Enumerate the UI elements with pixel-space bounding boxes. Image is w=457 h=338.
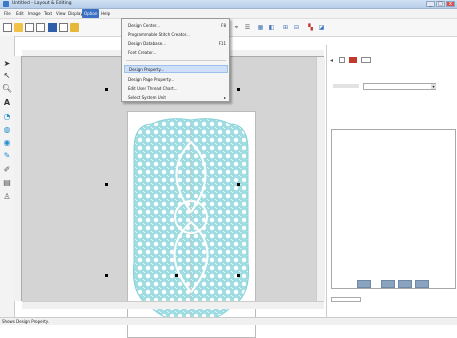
horizontal-scrollbar[interactable] (22, 301, 324, 309)
menu-item-label: Design Page Property... (128, 77, 175, 82)
all-tab-icon[interactable] (361, 57, 371, 63)
maximize-button[interactable]: □ (436, 1, 445, 7)
sewing-order-panel: ◂ ▾ (326, 45, 457, 317)
field-dropdown[interactable] (363, 83, 436, 90)
menu-item-programmable-stitch-creator[interactable]: Programmable Stitch Creator... (128, 31, 226, 39)
menu-item-design-property[interactable]: Design Property... (124, 65, 228, 73)
pencil-icon[interactable]: ✐ (2, 164, 12, 174)
new-file-icon[interactable] (3, 23, 12, 32)
color-icon[interactable]: ▚ (306, 23, 315, 32)
close-button[interactable]: x (446, 1, 455, 7)
selection-handle[interactable] (237, 274, 240, 277)
selection-handle[interactable] (237, 183, 240, 186)
preview-icon[interactable]: ◪ (317, 23, 326, 32)
menu-help[interactable]: Help (99, 9, 112, 18)
grid-icon[interactable]: ⊞ (281, 23, 290, 32)
stitch-tool-icon[interactable]: ◧ (267, 23, 276, 32)
menu-item-design-database[interactable]: Design Database... F11 (128, 40, 226, 48)
menu-option[interactable]: Option (82, 9, 100, 18)
status-text: Shows Design Property. (2, 319, 49, 324)
menu-edit[interactable]: Edit (14, 9, 26, 18)
write-card-icon[interactable] (70, 23, 79, 32)
menu-item-font-creator[interactable]: Font Creator... (128, 49, 226, 57)
option-menu: Design Center... F8 Programmable Stitch C… (121, 18, 230, 102)
title-bar: Untitled - Layout & Editing _ □ x (0, 0, 457, 9)
vertical-ruler (14, 56, 22, 301)
panel-button-3[interactable] (398, 280, 412, 288)
color-tab-icon[interactable] (349, 57, 357, 63)
selection-handle[interactable] (105, 274, 108, 277)
field-label (333, 84, 359, 88)
text-tool-icon[interactable]: ☰ (243, 23, 252, 32)
zoom-icon[interactable]: ⌖ (232, 23, 241, 32)
brush-icon[interactable]: ✎ (2, 150, 12, 160)
save-icon[interactable] (48, 23, 57, 32)
panel-button-4[interactable] (415, 280, 429, 288)
sewing-order-list[interactable] (331, 129, 456, 289)
panel-arrow-icon[interactable]: ◂ (330, 57, 336, 64)
open-folder-icon[interactable] (14, 23, 23, 32)
selection-handle[interactable] (105, 88, 108, 91)
selection-handle[interactable] (175, 274, 178, 277)
vertical-scrollbar[interactable] (316, 57, 325, 301)
menu-file[interactable]: File (2, 9, 13, 18)
person-icon[interactable]: ♙ (2, 191, 12, 201)
zoom-icon[interactable]: 🔍︎ (2, 83, 12, 93)
menu-item-label: Font Creator... (128, 50, 157, 55)
selection-handle[interactable] (105, 183, 108, 186)
export-icon[interactable] (59, 23, 68, 32)
panel-button-1[interactable] (357, 280, 371, 288)
menu-item-shortcut: F8 (221, 23, 226, 28)
select-arrow-icon[interactable]: ➤ (2, 58, 12, 68)
app-icon (3, 1, 9, 7)
align-icon[interactable]: ⊟ (292, 23, 301, 32)
menu-item-label: Programmable Stitch Creator... (128, 32, 190, 37)
window-title: Untitled - Layout & Editing (12, 1, 72, 6)
tool-palette: ➤ ↖ 🔍︎ A ◔ ◍ ◉ ✎ ✐ ▤ ♙ (0, 36, 15, 318)
menu-image[interactable]: Image (26, 9, 43, 18)
menu-text[interactable]: Text (42, 9, 54, 18)
panel-button-2[interactable] (381, 280, 395, 288)
menu-item-edit-user-thread-chart[interactable]: Edit User Thread Chart... (128, 85, 226, 93)
point-edit-icon[interactable]: ↖ (2, 70, 12, 80)
submenu-arrow-icon: ▸ (223, 95, 226, 100)
menu-item-label: Select System Unit (128, 95, 166, 100)
shape-icon[interactable]: ◔ (2, 111, 12, 121)
chevron-down-icon[interactable]: ▾ (431, 84, 436, 89)
menu-item-label: Design Center... (128, 23, 160, 28)
import-design-icon[interactable] (36, 23, 45, 32)
menu-item-select-system-unit[interactable]: Select System Unit ▸ (128, 94, 226, 102)
menu-item-design-page-property[interactable]: Design Page Property... (128, 76, 226, 84)
selection-handle[interactable] (237, 88, 240, 91)
minimize-button[interactable]: _ (426, 1, 435, 7)
menu-item-design-center[interactable]: Design Center... F8 (128, 22, 226, 30)
image-tool-icon[interactable]: ▦ (256, 23, 265, 32)
text-icon[interactable]: A (2, 97, 12, 107)
menu-item-label: Design Property... (129, 67, 165, 72)
stamp-icon[interactable]: ◉ (2, 137, 12, 147)
panel-tab-icon[interactable] (339, 57, 345, 63)
menu-item-label: Design Database... (128, 41, 166, 46)
tape-icon[interactable]: ▤ (2, 177, 12, 187)
menu-item-shortcut: F11 (218, 41, 226, 46)
menu-item-label: Edit User Thread Chart... (128, 86, 178, 91)
menu-separator (126, 60, 226, 61)
import-icon[interactable] (25, 23, 34, 32)
circle-icon[interactable]: ◍ (2, 124, 12, 134)
panel-scroll-field[interactable] (331, 297, 361, 302)
